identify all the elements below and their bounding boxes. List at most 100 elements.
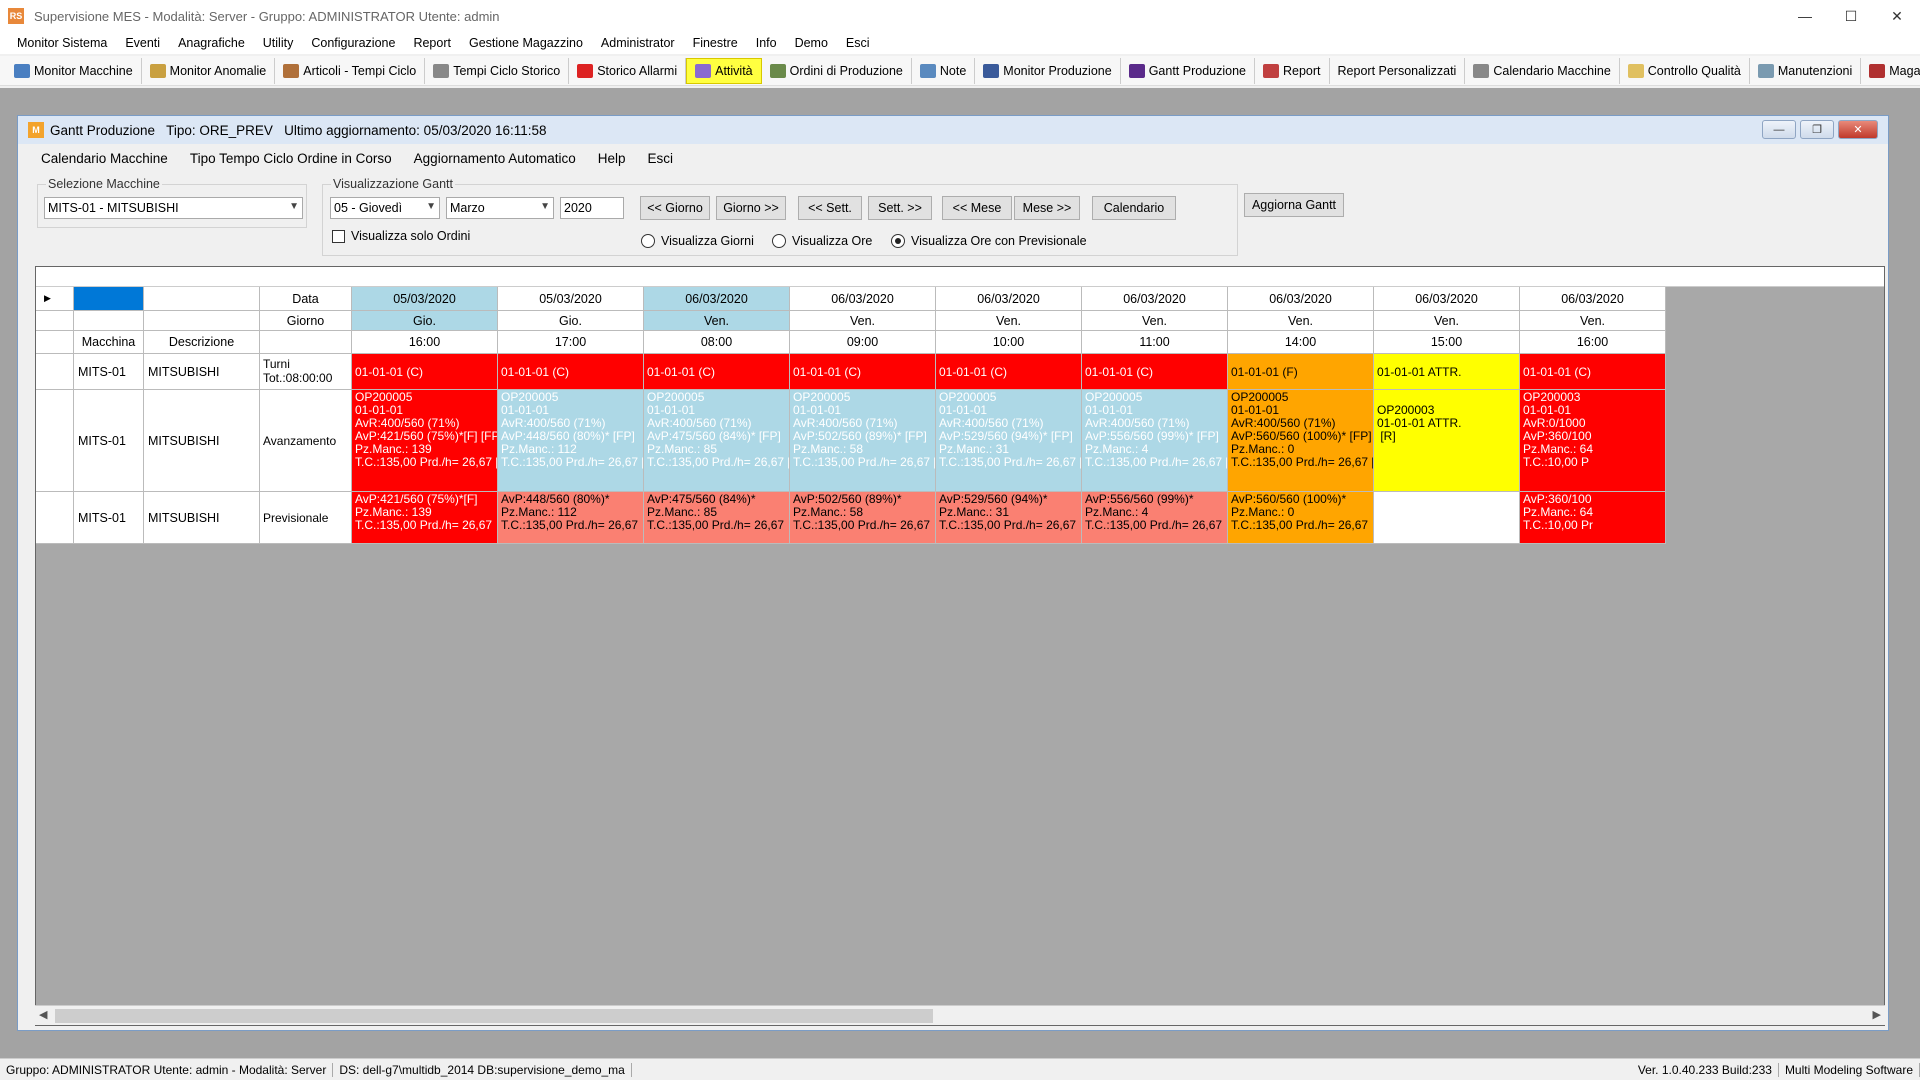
- toolbar-magazzino-button[interactable]: Magazzino: [1861, 58, 1920, 84]
- gantt-cell[interactable]: AvP:560/560 (100%)* Pz.Manc.: 0 T.C.:135…: [1228, 492, 1374, 544]
- gantt-menu-aggiornamento-automatico[interactable]: Aggiornamento Automatico: [403, 151, 587, 166]
- gantt-cell[interactable]: OP200003 01-01-01 ATTR. [R]: [1374, 390, 1520, 492]
- gantt-cell[interactable]: AvP:475/560 (84%)* Pz.Manc.: 85 T.C.:135…: [644, 492, 790, 544]
- machine-select[interactable]: MITS-01 - MITSUBISHI ▼: [44, 197, 303, 219]
- next-day-button[interactable]: Giorno >>: [716, 196, 786, 220]
- scroll-right-icon[interactable]: ▶: [1873, 1008, 1881, 1021]
- machine-description-cell: MITSUBISHI: [144, 354, 260, 390]
- clock-icon: [433, 63, 450, 78]
- header-blank: [260, 331, 352, 354]
- menu-item-esci[interactable]: Esci: [837, 36, 879, 50]
- gantt-cell[interactable]: [1374, 492, 1520, 544]
- prev-month-button[interactable]: << Mese: [942, 196, 1012, 220]
- machine-code-cell: MITS-01: [74, 390, 144, 492]
- update-gantt-button[interactable]: Aggiorna Gantt: [1244, 193, 1344, 217]
- gantt-cell[interactable]: OP200003 01-01-01 AvR:0/1000 AvP:360/100…: [1520, 390, 1666, 492]
- radio-view-days[interactable]: Visualizza Giorni: [641, 234, 754, 248]
- year-field[interactable]: 2020: [560, 197, 624, 219]
- toolbar-gantt-produzione-button[interactable]: Gantt Produzione: [1121, 57, 1255, 84]
- next-week-button[interactable]: Sett. >>: [868, 196, 932, 220]
- scrollbar-thumb[interactable]: [55, 1009, 933, 1023]
- row-selector[interactable]: [36, 354, 74, 390]
- calendar-button[interactable]: Calendario: [1092, 196, 1176, 220]
- menu-item-monitor-sistema[interactable]: Monitor Sistema: [8, 36, 116, 50]
- toolbar-note-button[interactable]: Note: [912, 57, 976, 84]
- gantt-cell[interactable]: 01-01-01 (C): [644, 354, 790, 390]
- menu-item-administrator[interactable]: Administrator: [592, 36, 684, 50]
- gantt-menu-esci[interactable]: Esci: [637, 151, 685, 166]
- gantt-cell[interactable]: AvP:421/560 (75%)*[F] Pz.Manc.: 139 T.C.…: [352, 492, 498, 544]
- gantt-cell[interactable]: OP200005 01-01-01 AvR:400/560 (71%) AvP:…: [790, 390, 936, 492]
- gantt-cell[interactable]: OP200005 01-01-01 AvR:400/560 (71%) AvP:…: [936, 390, 1082, 492]
- gantt-cell[interactable]: OP200005 01-01-01 AvR:400/560 (71%) AvP:…: [1228, 390, 1374, 492]
- gantt-cell[interactable]: AvP:360/100 Pz.Manc.: 64 T.C.:10,00 Pr: [1520, 492, 1666, 544]
- menu-item-finestre[interactable]: Finestre: [684, 36, 747, 50]
- menu-item-info[interactable]: Info: [747, 36, 786, 50]
- gantt-cell[interactable]: AvP:448/560 (80%)* Pz.Manc.: 112 T.C.:13…: [498, 492, 644, 544]
- menu-item-eventi[interactable]: Eventi: [116, 36, 169, 50]
- toolbar-ordini-di-produzione-button[interactable]: Ordini di Produzione: [762, 57, 912, 84]
- gantt-cell[interactable]: OP200005 01-01-01 AvR:400/560 (71%) AvP:…: [1082, 390, 1228, 492]
- day-select[interactable]: 05 - Giovedì ▼: [330, 197, 440, 219]
- toolbar-controllo-qualità-button[interactable]: Controllo Qualità: [1620, 57, 1750, 84]
- next-month-button[interactable]: Mese >>: [1014, 196, 1080, 220]
- horizontal-scrollbar[interactable]: ◀ ▶: [35, 1005, 1885, 1025]
- gantt-menu-calendario-macchine[interactable]: Calendario Macchine: [30, 151, 179, 166]
- row-type-cell: Avanzamento: [260, 390, 352, 492]
- row-selector[interactable]: [36, 492, 74, 544]
- month-select-value: Marzo: [450, 201, 485, 215]
- toolbar-storico-allarmi-button[interactable]: Storico Allarmi: [569, 57, 687, 84]
- gantt-cell[interactable]: AvP:502/560 (89%)* Pz.Manc.: 58 T.C.:135…: [790, 492, 936, 544]
- gantt-cell[interactable]: 01-01-01 (C): [790, 354, 936, 390]
- menu-item-gestione-magazzino[interactable]: Gestione Magazzino: [460, 36, 592, 50]
- column-hour: 16:00: [352, 331, 498, 354]
- month-select[interactable]: Marzo ▼: [446, 197, 554, 219]
- restore-icon[interactable]: ❐: [1800, 120, 1834, 139]
- row-type-cell: Turni Tot.:08:00:00: [260, 354, 352, 390]
- prev-day-button[interactable]: << Giorno: [640, 196, 710, 220]
- gantt-cell[interactable]: 01-01-01 ATTR.: [1374, 354, 1520, 390]
- toolbar-tempi-ciclo-storico-button[interactable]: Tempi Ciclo Storico: [425, 57, 570, 84]
- toolbar-calendario-macchine-button[interactable]: Calendario Macchine: [1465, 57, 1620, 84]
- menu-item-report[interactable]: Report: [404, 36, 460, 50]
- menu-item-utility[interactable]: Utility: [254, 36, 303, 50]
- maximize-icon[interactable]: ☐: [1828, 0, 1874, 32]
- gantt-cell[interactable]: 01-01-01 (C): [1520, 354, 1666, 390]
- gantt-cell[interactable]: AvP:556/560 (99%)* Pz.Manc.: 4 T.C.:135,…: [1082, 492, 1228, 544]
- row-type-cell: Previsionale: [260, 492, 352, 544]
- column-date: 05/03/2020: [498, 287, 644, 311]
- toolbar-monitor-macchine-button[interactable]: Monitor Macchine: [6, 57, 142, 84]
- toolbar-report-personalizzati-button[interactable]: Report Personalizzati: [1330, 57, 1466, 84]
- gantt-cell[interactable]: 01-01-01 (C): [1082, 354, 1228, 390]
- gantt-cell[interactable]: 01-01-01 (C): [498, 354, 644, 390]
- radio-view-hours-forecast[interactable]: Visualizza Ore con Previsionale: [891, 234, 1087, 248]
- gantt-cell[interactable]: 01-01-01 (F): [1228, 354, 1374, 390]
- activity-icon: [695, 63, 712, 78]
- prev-week-button[interactable]: << Sett.: [798, 196, 862, 220]
- close-icon[interactable]: ✕: [1874, 0, 1920, 32]
- toolbar-report-button[interactable]: Report: [1255, 57, 1330, 84]
- minimize-icon[interactable]: —: [1762, 120, 1796, 139]
- radio-view-hours[interactable]: Visualizza Ore: [772, 234, 872, 248]
- gantt-cell[interactable]: AvP:529/560 (94%)* Pz.Manc.: 31 T.C.:135…: [936, 492, 1082, 544]
- gantt-cell[interactable]: OP200005 01-01-01 AvR:400/560 (71%) AvP:…: [498, 390, 644, 492]
- close-icon[interactable]: ✕: [1838, 120, 1878, 139]
- toolbar-attività-button[interactable]: Attività: [686, 57, 762, 84]
- gantt-cell[interactable]: 01-01-01 (C): [936, 354, 1082, 390]
- gantt-cell[interactable]: 01-01-01 (C): [352, 354, 498, 390]
- minimize-icon[interactable]: —: [1782, 0, 1828, 32]
- gantt-menu-help[interactable]: Help: [587, 151, 637, 166]
- gantt-cell[interactable]: OP200005 01-01-01 AvR:400/560 (71%) AvP:…: [352, 390, 498, 492]
- toolbar-articoli-tempi-ciclo-button[interactable]: Articoli - Tempi Ciclo: [275, 57, 426, 84]
- gantt-menu-tipo-tempo-ciclo-ordine-in-corso[interactable]: Tipo Tempo Ciclo Ordine in Corso: [179, 151, 403, 166]
- menu-item-demo[interactable]: Demo: [786, 36, 837, 50]
- scroll-left-icon[interactable]: ◀: [39, 1008, 47, 1021]
- menu-item-anagrafiche[interactable]: Anagrafiche: [169, 36, 254, 50]
- row-selector[interactable]: [36, 390, 74, 492]
- only-orders-checkbox[interactable]: Visualizza solo Ordini: [332, 229, 470, 243]
- menu-item-configurazione[interactable]: Configurazione: [302, 36, 404, 50]
- toolbar-monitor-produzione-button[interactable]: Monitor Produzione: [975, 57, 1121, 84]
- toolbar-monitor-anomalie-button[interactable]: Monitor Anomalie: [142, 57, 276, 84]
- gantt-cell[interactable]: OP200005 01-01-01 AvR:400/560 (71%) AvP:…: [644, 390, 790, 492]
- toolbar-manutenzioni-button[interactable]: Manutenzioni: [1750, 57, 1862, 84]
